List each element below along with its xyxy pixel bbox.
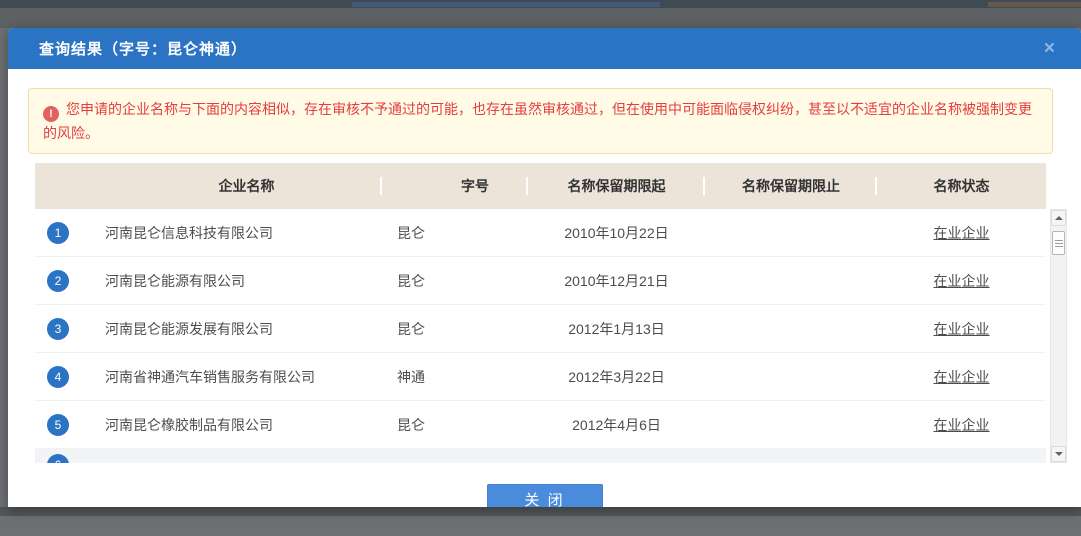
row-number-badge: 4 — [47, 366, 69, 388]
dimmed-background-text — [988, 2, 1081, 7]
trade-name-cell: 昆仑 — [382, 319, 528, 339]
status-link[interactable]: 在业企业 — [934, 273, 990, 289]
dimmed-page-strip — [0, 8, 1081, 28]
row-index-cell: 3 — [35, 318, 105, 340]
dialog-title: 查询结果（字号：昆仑神通） — [39, 38, 247, 59]
trade-name-cell: 昆仑 — [382, 223, 528, 243]
table-row: 5 河南昆仑橡胶制品有限公司 昆仑 2012年4月6日 在业企业 — [35, 401, 1046, 449]
row-index-cell: 2 — [35, 270, 105, 292]
status-cell: 在业企业 — [877, 223, 1046, 243]
row-number-badge: 5 — [47, 414, 69, 436]
table-row-partial: 6 — [35, 449, 1046, 463]
dimmed-page-bottom-bar — [0, 507, 1081, 516]
status-link[interactable]: 在业企业 — [934, 321, 990, 337]
row-index-cell: 1 — [35, 222, 105, 244]
scrollbar-up-arrow-icon[interactable] — [1051, 210, 1066, 226]
company-name-cell: 河南昆仑信息科技有限公司 — [105, 223, 382, 243]
dimmed-background-text — [352, 2, 660, 7]
row-number-badge: 6 — [47, 454, 69, 463]
row-index-cell: 5 — [35, 414, 105, 436]
warning-text: 您申请的企业名称与下面的内容相似，存在审核不予通过的可能，也存在虽然审核通过，但… — [43, 101, 1032, 141]
result-table: 企业名称 字号 名称保留期限起 名称保留期限止 名称状态 1 河南昆仑信息科技有… — [35, 163, 1067, 463]
company-name-cell: 河南省神通汽车销售服务有限公司 — [105, 367, 382, 387]
row-number-badge: 2 — [47, 270, 69, 292]
row-index-cell: 4 — [35, 366, 105, 388]
close-button[interactable]: 关 闭 — [487, 484, 603, 507]
status-cell: 在业企业 — [877, 319, 1046, 339]
warning-banner: !您申请的企业名称与下面的内容相似，存在审核不予通过的可能，也存在虽然审核通过，… — [28, 88, 1053, 154]
table-header-row: 企业名称 字号 名称保留期限起 名称保留期限止 名称状态 — [35, 163, 1046, 209]
table-row: 4 河南省神通汽车销售服务有限公司 神通 2012年3月22日 在业企业 — [35, 353, 1046, 401]
dialog-footer: 关 闭 — [8, 463, 1081, 507]
reserve-start-cell: 2012年1月13日 — [528, 319, 705, 339]
query-result-dialog: 查询结果（字号：昆仑神通） × !您申请的企业名称与下面的内容相似，存在审核不予… — [8, 28, 1081, 507]
dialog-titlebar: 查询结果（字号：昆仑神通） × — [8, 28, 1081, 69]
company-name-cell: 河南昆仑能源有限公司 — [105, 271, 382, 291]
reserve-start-cell: 2010年12月21日 — [528, 271, 705, 291]
row-number-badge: 1 — [47, 222, 69, 244]
reserve-start-cell: 2012年4月6日 — [528, 415, 705, 435]
trade-name-cell: 昆仑 — [382, 415, 528, 435]
status-cell: 在业企业 — [877, 271, 1046, 291]
row-index-cell: 6 — [35, 449, 105, 463]
table-row: 2 河南昆仑能源有限公司 昆仑 2010年12月21日 在业企业 — [35, 257, 1046, 305]
trade-name-cell: 昆仑 — [382, 271, 528, 291]
table-scrollbar[interactable] — [1050, 209, 1067, 463]
column-header-reserve-end: 名称保留期限止 — [705, 163, 877, 209]
status-cell: 在业企业 — [877, 415, 1046, 435]
table-body: 1 河南昆仑信息科技有限公司 昆仑 2010年10月22日 在业企业 2 河南昆… — [35, 209, 1046, 463]
status-link[interactable]: 在业企业 — [934, 225, 990, 241]
status-cell: 在业企业 — [877, 367, 1046, 387]
warning-icon: ! — [43, 106, 59, 122]
column-header-company-name: 企业名称 — [35, 163, 382, 209]
table-row: 1 河南昆仑信息科技有限公司 昆仑 2010年10月22日 在业企业 — [35, 209, 1046, 257]
row-number-badge: 3 — [47, 318, 69, 340]
table-row: 3 河南昆仑能源发展有限公司 昆仑 2012年1月13日 在业企业 — [35, 305, 1046, 353]
column-header-name-status: 名称状态 — [877, 163, 1046, 209]
reserve-start-cell: 2010年10月22日 — [528, 223, 705, 243]
status-link[interactable]: 在业企业 — [934, 417, 990, 433]
reserve-start-cell: 2012年3月22日 — [528, 367, 705, 387]
column-header-reserve-start: 名称保留期限起 — [528, 163, 705, 209]
scrollbar-thumb[interactable] — [1052, 231, 1065, 255]
status-link[interactable]: 在业企业 — [934, 369, 990, 385]
trade-name-cell: 神通 — [382, 367, 528, 387]
dimmed-page-top-bar — [0, 0, 1081, 8]
company-name-cell: 河南昆仑能源发展有限公司 — [105, 319, 382, 339]
column-header-trade-name: 字号 — [382, 163, 528, 209]
scrollbar-down-arrow-icon[interactable] — [1051, 446, 1066, 462]
close-icon[interactable]: × — [1044, 39, 1055, 58]
company-name-cell: 河南昆仑橡胶制品有限公司 — [105, 415, 382, 435]
